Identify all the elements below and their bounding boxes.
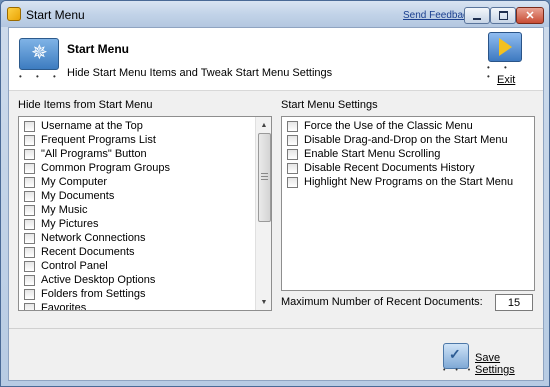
list-item-label: Username at the Top xyxy=(41,120,143,132)
checkbox[interactable] xyxy=(24,204,35,216)
list-item-label: Highlight New Programs on the Start Menu xyxy=(304,176,514,188)
list-item[interactable]: Highlight New Programs on the Start Menu xyxy=(283,175,513,189)
list-item[interactable]: My Computer xyxy=(20,175,170,189)
header-band: ✵ • • • Start Menu Hide Start Menu Items… xyxy=(9,28,543,91)
list-item[interactable]: Recent Documents xyxy=(20,245,170,259)
checkbox[interactable] xyxy=(24,302,35,310)
close-icon: ✕ xyxy=(525,9,535,22)
grip-icon xyxy=(261,173,268,180)
list-item-label: Disable Recent Documents History xyxy=(304,162,475,174)
page-title: Start Menu xyxy=(67,42,130,56)
list-item[interactable]: Force the Use of the Classic Menu xyxy=(283,119,513,133)
list-item[interactable]: Active Desktop Options xyxy=(20,273,170,287)
checkbox[interactable] xyxy=(24,274,35,286)
checkbox[interactable] xyxy=(24,162,35,174)
checkbox[interactable] xyxy=(24,288,35,300)
minimize-button[interactable] xyxy=(464,7,490,24)
scrollbar-thumb[interactable] xyxy=(258,133,271,222)
exit-label: Exit xyxy=(497,74,516,86)
list-item[interactable]: "All Programs" Button xyxy=(20,147,170,161)
hide-items-list[interactable]: Username at the Top Frequent Programs Lis… xyxy=(18,116,272,311)
list-item[interactable]: Common Program Groups xyxy=(20,161,170,175)
hide-items-label: Hide Items from Start Menu xyxy=(18,99,153,111)
list-item[interactable]: Username at the Top xyxy=(20,119,170,133)
list-item-label: "All Programs" Button xyxy=(41,148,147,160)
list-item-label: Disable Drag-and-Drop on the Start Menu xyxy=(304,134,508,146)
checkbox[interactable] xyxy=(24,260,35,272)
maximize-button[interactable] xyxy=(490,7,516,24)
list-item[interactable]: My Music xyxy=(20,203,170,217)
list-item-label: Recent Documents xyxy=(41,246,135,258)
list-item-label: My Pictures xyxy=(41,218,99,230)
window-title: Start Menu xyxy=(26,8,85,22)
checkbox[interactable] xyxy=(24,148,35,160)
list-item-label: My Music xyxy=(41,204,88,216)
hide-items-scrollbar[interactable]: ▲ ▼ xyxy=(255,117,271,310)
checkbox[interactable] xyxy=(287,134,298,146)
close-button[interactable]: ✕ xyxy=(516,7,544,24)
list-item[interactable]: My Pictures xyxy=(20,217,170,231)
list-item[interactable]: Enable Start Menu Scrolling xyxy=(283,147,513,161)
arrow-right-icon xyxy=(499,38,512,56)
list-item-label: Active Desktop Options xyxy=(41,274,156,286)
list-item-label: Frequent Programs List xyxy=(41,134,156,146)
start-menu-icon: ✵ xyxy=(19,38,59,70)
list-item[interactable]: Favorites xyxy=(20,301,170,311)
icon-dots: • • • xyxy=(19,72,62,81)
max-recent-docs-label: Maximum Number of Recent Documents: xyxy=(281,296,483,308)
page-subtitle: Hide Start Menu Items and Tweak Start Me… xyxy=(67,67,333,79)
save-icon: ✓ xyxy=(443,343,469,369)
list-item-label: My Documents xyxy=(41,190,115,202)
checkbox[interactable] xyxy=(24,246,35,258)
list-item-label: Enable Start Menu Scrolling xyxy=(304,148,441,160)
list-item-label: Network Connections xyxy=(41,232,146,244)
send-feedback-link[interactable]: Send Feedback xyxy=(403,10,473,21)
minimize-icon xyxy=(473,17,481,20)
save-dots: • • • xyxy=(443,367,475,374)
list-item-label: My Computer xyxy=(41,176,108,188)
list-item[interactable]: Disable Drag-and-Drop on the Start Menu xyxy=(283,133,513,147)
checkbox[interactable] xyxy=(24,190,35,202)
scroll-down-icon[interactable]: ▼ xyxy=(256,294,271,310)
list-item-label: Force the Use of the Classic Menu xyxy=(304,120,473,132)
list-item[interactable]: My Documents xyxy=(20,189,170,203)
list-item[interactable]: Folders from Settings xyxy=(20,287,170,301)
checkbox[interactable] xyxy=(287,162,298,174)
list-item[interactable]: Control Panel xyxy=(20,259,170,273)
checkbox[interactable] xyxy=(287,120,298,132)
list-item[interactable]: Network Connections xyxy=(20,231,170,245)
settings-label: Start Menu Settings xyxy=(281,99,378,111)
exit-icon xyxy=(488,32,522,62)
save-settings-label: Save Settings xyxy=(475,352,515,376)
checkmark-icon: ✓ xyxy=(449,346,461,362)
list-item[interactable]: Frequent Programs List xyxy=(20,133,170,147)
list-item-label: Folders from Settings xyxy=(41,288,146,300)
checkbox[interactable] xyxy=(24,120,35,132)
save-settings-button[interactable]: ✓ • • • Save Settings xyxy=(441,343,541,376)
list-item-label: Control Panel xyxy=(41,260,108,272)
settings-list[interactable]: Force the Use of the Classic Menu Disable… xyxy=(281,116,535,291)
max-recent-docs-input[interactable] xyxy=(495,294,533,311)
app-window: Start Menu Send Feedback ✕ ✵ • • • Start… xyxy=(0,0,550,387)
checkbox[interactable] xyxy=(24,134,35,146)
exit-button[interactable]: • • • Exit xyxy=(485,32,525,87)
checkbox[interactable] xyxy=(24,176,35,188)
list-item[interactable]: Disable Recent Documents History xyxy=(283,161,513,175)
scroll-up-icon[interactable]: ▲ xyxy=(256,117,271,133)
checkbox[interactable] xyxy=(287,148,298,160)
list-item-label: Favorites xyxy=(41,302,87,311)
title-bar[interactable]: Start Menu Send Feedback ✕ xyxy=(1,1,549,27)
checkbox[interactable] xyxy=(24,232,35,244)
checkbox[interactable] xyxy=(24,218,35,230)
client-area: ✵ • • • Start Menu Hide Start Menu Items… xyxy=(8,27,544,381)
footer-divider xyxy=(9,328,543,329)
star-icon: ✵ xyxy=(31,42,48,64)
checkbox[interactable] xyxy=(287,176,298,188)
app-icon xyxy=(7,7,21,21)
list-item-label: Common Program Groups xyxy=(41,162,170,174)
maximize-icon xyxy=(498,11,508,20)
